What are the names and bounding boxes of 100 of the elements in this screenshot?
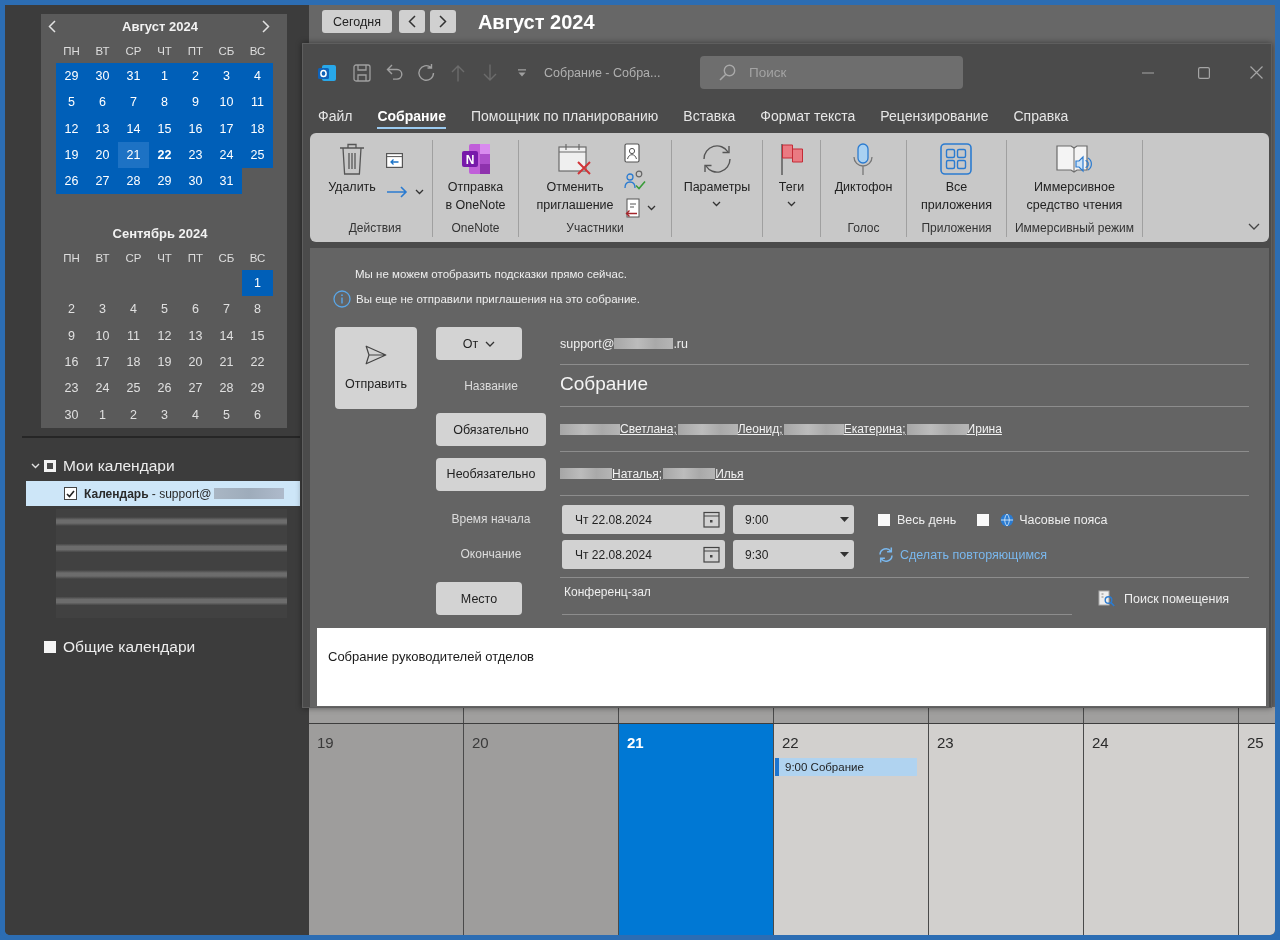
menu-tab[interactable]: Формат текста (760, 105, 856, 129)
previous-button[interactable] (398, 10, 425, 33)
calendar-day[interactable]: 21 (211, 348, 242, 376)
calendar-day[interactable]: 29 (149, 168, 180, 195)
chevron-down-icon[interactable] (1248, 223, 1260, 230)
from-button[interactable]: От (436, 327, 522, 360)
redo-icon[interactable] (416, 63, 436, 82)
calendar-day[interactable]: 30 (180, 168, 211, 195)
calendar-day[interactable]: 22 (149, 141, 180, 169)
chevron-right-icon[interactable] (262, 19, 270, 33)
message-body[interactable]: Собрание руководителей отделов (317, 628, 1266, 706)
time-field[interactable]: 9:30 (733, 540, 854, 569)
calendar-day[interactable]: 9 (56, 322, 87, 349)
calendar-day[interactable]: 26 (56, 168, 87, 195)
menu-tab[interactable]: Справка (1013, 105, 1069, 129)
required-attendees-field[interactable]: Светлана; Леонид; Екатерина; Ирина (560, 407, 1249, 452)
save-icon[interactable] (353, 63, 371, 82)
caret-down-icon[interactable] (414, 189, 424, 195)
calendar-day[interactable]: 12 (149, 322, 180, 349)
right-arrow-icon[interactable] (385, 186, 408, 198)
calendar-day[interactable]: 9 (180, 89, 211, 116)
menu-tab[interactable]: Собрание (377, 105, 446, 129)
calendar-day[interactable]: 12 (56, 115, 87, 142)
calendar-day[interactable]: 8 (242, 296, 273, 323)
room-finder-button[interactable]: Поиск помещения (1098, 582, 1230, 615)
onenote-button[interactable]: N Отправка в OneNote (443, 140, 508, 218)
apps-button[interactable]: Все приложения (919, 140, 994, 218)
calendar-day[interactable]: 24 (211, 141, 242, 169)
cancel-invite-button[interactable]: Отменить приглашение (534, 140, 616, 218)
checkbox-label[interactable]: Часовые пояса (1019, 512, 1108, 527)
today-button[interactable]: Сегодня (322, 10, 392, 33)
calendar-day[interactable]: 5 (211, 401, 242, 428)
calendar-day[interactable]: 2 (118, 401, 149, 428)
close-icon[interactable] (1250, 66, 1263, 79)
calendar-day[interactable]: 19 (56, 141, 87, 169)
calendar-day[interactable]: 1 (87, 401, 118, 428)
calendar-day[interactable]: 4 (242, 63, 273, 90)
calendar-day[interactable]: 15 (149, 115, 180, 142)
calendar-day[interactable]: 7 (118, 89, 149, 116)
calendar-day[interactable]: 23 (180, 141, 211, 169)
calendar-day[interactable]: 23 (56, 375, 87, 402)
customize-dropdown-icon[interactable] (517, 68, 527, 77)
checkbox[interactable] (977, 513, 990, 526)
calendar-day[interactable]: 20 (87, 141, 118, 169)
next-button[interactable] (429, 10, 456, 33)
reader-button[interactable]: Иммерсивное средство чтения (1024, 140, 1125, 218)
calendar-day[interactable]: 26 (149, 375, 180, 402)
calendar-day[interactable]: 14 (211, 322, 242, 349)
calendar-day[interactable]: 20 (180, 348, 211, 376)
calendar-day[interactable]: 4 (180, 401, 211, 428)
calendar-day[interactable]: 31 (118, 63, 149, 90)
calendar-day[interactable]: 27 (180, 375, 211, 402)
calendar-day[interactable]: 13 (87, 115, 118, 142)
optional-attendees-field[interactable]: Наталья; Илья (560, 452, 1249, 496)
calendar-icon[interactable] (703, 546, 720, 563)
group-label[interactable]: Мои календари (63, 457, 175, 475)
calendar-day[interactable]: 21 (118, 141, 149, 169)
calendar-day[interactable]: 19 (149, 348, 180, 376)
delete-button[interactable]: Удалить (326, 140, 378, 218)
calendar-day[interactable]: 30 (87, 63, 118, 90)
calendar-day[interactable]: 29 (56, 63, 87, 90)
date-field[interactable]: Чт 22.08.2024 (562, 505, 725, 534)
calendar-day[interactable]: 11 (242, 89, 273, 116)
calendar-day[interactable]: 6 (242, 401, 273, 428)
attendee-name[interactable]: Илья (715, 466, 744, 481)
calendar-day[interactable]: 29 (242, 375, 273, 402)
maximize-icon[interactable] (1198, 66, 1210, 79)
calendar-day[interactable]: 15 (242, 322, 273, 349)
calendar-day[interactable]: 25 (118, 375, 149, 402)
date-field[interactable]: Чт 22.08.2024 (562, 540, 725, 569)
calendar-day[interactable]: 17 (87, 348, 118, 376)
dropdown-arrow-icon[interactable] (840, 517, 849, 522)
calendar-day[interactable]: 11 (118, 322, 149, 349)
calendar-day[interactable]: 7 (211, 296, 242, 323)
time-field[interactable]: 9:00 (733, 505, 854, 534)
attendee-name[interactable]: Ирина (966, 422, 1002, 436)
calendar-day[interactable]: 10 (211, 89, 242, 116)
location-button[interactable]: Место (436, 582, 522, 615)
checkbox[interactable] (44, 641, 56, 653)
calendar-day[interactable]: 3 (149, 401, 180, 428)
location-field[interactable]: Конференц-зал (562, 582, 1072, 615)
undo-icon[interactable] (385, 64, 403, 81)
dropdown-arrow-icon[interactable] (840, 552, 849, 557)
menu-tab[interactable]: Вставка (683, 105, 736, 129)
optional-button[interactable]: Необязательно (436, 457, 546, 491)
group-label[interactable]: Общие календари (63, 638, 196, 656)
checkbox[interactable] (64, 487, 77, 500)
attendee-name[interactable]: Екатерина; (843, 422, 906, 436)
calendar-day[interactable]: 5 (149, 296, 180, 323)
chevron-left-icon[interactable] (48, 19, 56, 33)
calendar-day[interactable]: 31 (211, 168, 242, 195)
calendar-day[interactable]: 3 (87, 296, 118, 323)
calendar-day[interactable]: 25 (242, 141, 273, 169)
menu-tab[interactable]: Файл (318, 105, 353, 129)
options-button[interactable]: Параметры (681, 140, 753, 218)
people-check-icon[interactable] (623, 170, 646, 191)
checkbox-label[interactable]: Весь день (897, 512, 957, 527)
calendar-day[interactable]: 22 (242, 348, 273, 376)
calendar-day[interactable]: 27 (87, 168, 118, 195)
calendar-day[interactable]: 16 (180, 115, 211, 142)
